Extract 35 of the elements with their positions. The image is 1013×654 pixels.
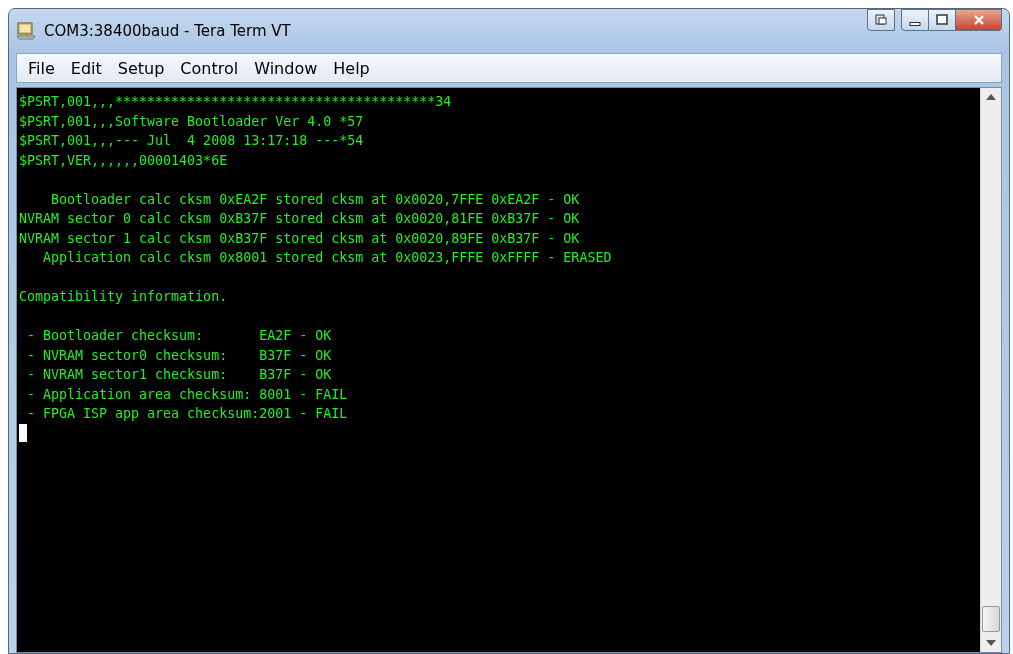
vertical-scrollbar[interactable] xyxy=(980,88,1001,652)
text-cursor xyxy=(19,423,27,442)
close-icon xyxy=(971,14,986,26)
menu-item[interactable]: Window xyxy=(247,58,325,78)
terminal-icon xyxy=(16,22,36,40)
tile-windows-icon xyxy=(875,14,887,26)
terminal-line: - NVRAM sector1 checksum: B37F - OK xyxy=(26,366,332,384)
close-button[interactable] xyxy=(956,9,1002,31)
window-title: COM3:38400baud - Tera Term VT xyxy=(44,22,292,40)
terminal-line: Compatibility information. xyxy=(19,288,228,306)
tile-button[interactable] xyxy=(867,9,895,31)
terminal-line: NVRAM sector 0 calc cksm 0xB37F stored cksm at 0x0020,81FE 0xB37F - OK xyxy=(19,210,580,228)
terminal-line: NVRAM sector 1 calc cksm 0xB37F stored cksm at 0x0020,89FE 0xB37F - OK xyxy=(19,229,580,248)
menu-item[interactable]: Control xyxy=(173,58,246,78)
scroll-up-icon[interactable] xyxy=(986,94,996,100)
terminal-line: - Bootloader checksum: EA2F - OK xyxy=(26,327,332,345)
terminal-line: $PSRT,VER,,,,,,00001403*6E xyxy=(19,151,228,170)
maximize-icon xyxy=(936,14,948,26)
terminal-line: - FPGA ISP app area checksum:2001 - FAIL xyxy=(26,405,348,423)
terminal-line: Application calc cksm 0x8001 stored cksm at 0x0023,FFFE 0xFFFF - ERASED xyxy=(42,249,612,267)
maximize-button[interactable] xyxy=(929,9,956,31)
scroll-down-icon[interactable] xyxy=(986,640,996,646)
terminal-line: $PSRT,001,,,****************************************34 xyxy=(19,93,452,111)
menu-item[interactable]: Help xyxy=(326,58,377,78)
terminal-line: - Application area checksum: 8001 - FAIL xyxy=(26,385,348,404)
menu-item[interactable]: Setup xyxy=(110,58,172,78)
minimize-icon xyxy=(909,22,921,26)
minimize-button[interactable] xyxy=(901,9,929,31)
terminal-line: - NVRAM sector0 checksum: B37F - OK xyxy=(26,346,332,365)
terminal-line: Bootloader calc cksm 0xEA2F stored cksm at 0x0020,7FFE 0xEA2F - OK xyxy=(50,190,580,209)
menu-item[interactable]: Edit xyxy=(63,58,109,78)
menu-item[interactable]: File xyxy=(21,58,62,78)
scroll-thumb[interactable] xyxy=(982,606,1000,632)
terminal-line: $PSRT,001,,,Software Bootloader Ver 4.0 *57 xyxy=(19,112,364,131)
terminal-line: $PSRT,001,,,--- Jul 4 2008 13:17:18 ---*54 xyxy=(19,132,364,150)
